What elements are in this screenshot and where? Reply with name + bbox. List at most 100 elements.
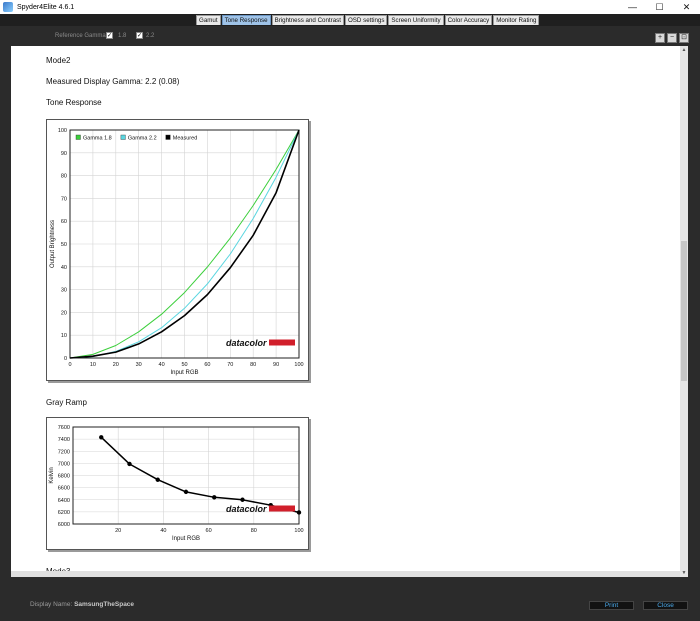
legend-entry: Gamma 2.2 xyxy=(128,135,157,141)
y-tick-label: 10 xyxy=(61,333,67,339)
y-tick-label: 7400 xyxy=(58,437,70,443)
data-point xyxy=(183,489,189,495)
y-tick-label: 6000 xyxy=(58,522,70,528)
legend-swatch xyxy=(165,134,171,140)
y-tick-label: 100 xyxy=(58,128,67,134)
gray-ramp-plot: 20 40 60 80 100 6000 6200 6400 6600 6800 7000 7200 7… xyxy=(49,425,304,542)
data-point xyxy=(296,510,302,515)
x-tick-label: 20 xyxy=(113,362,119,368)
x-tick-label: 30 xyxy=(136,362,142,368)
x-tick-label: 20 xyxy=(115,528,121,534)
y-tick-label: 6800 xyxy=(58,474,70,480)
y-tick-label: 30 xyxy=(61,288,67,294)
zoom-fit-icon[interactable]: ⊡ xyxy=(679,33,689,43)
y-tick-label: 0 xyxy=(64,356,67,362)
gamma-2-2-label: 2.2 xyxy=(146,33,155,39)
legend-swatch xyxy=(120,134,126,140)
tab-screen-uniformity[interactable]: Screen Uniformity xyxy=(388,15,444,25)
y-tick-label: 80 xyxy=(61,174,67,180)
vertical-scrollbar[interactable]: ▲ ▼ xyxy=(680,46,688,577)
scroll-down-icon[interactable]: ▼ xyxy=(680,569,688,577)
tab-gamut[interactable]: Gamut xyxy=(196,15,221,25)
tone-response-plot: 0 10 20 30 40 50 60 70 80 90 100 0 10 20 30 40 50 60 70 80 9… xyxy=(50,128,304,376)
legend-entry: Gamma 1.8 xyxy=(83,135,112,141)
app-icon xyxy=(3,2,13,12)
maximize-button[interactable]: ☐ xyxy=(646,0,673,14)
x-tick-label: 70 xyxy=(227,362,233,368)
mode-title: Mode2 xyxy=(46,56,71,65)
gamma-1-8-label: 1.8 xyxy=(118,33,127,39)
reference-gamma-bar: Reference Gamma: ✓ 1.8 ✓ 2.2 xyxy=(0,26,700,44)
data-point xyxy=(240,497,245,502)
reference-gamma-label: Reference Gamma: xyxy=(55,33,108,39)
tab-monitor-rating[interactable]: Monitor Rating xyxy=(493,15,540,25)
close-button[interactable]: Close xyxy=(643,601,688,610)
print-button[interactable]: Print xyxy=(589,601,634,610)
tab-osd-settings[interactable]: OSD settings xyxy=(344,15,388,25)
gray-ramp-heading: Gray Ramp xyxy=(46,398,87,407)
x-tick-label: 80 xyxy=(250,362,256,368)
x-tick-label: 60 xyxy=(204,362,210,368)
tab-bar: Gamut Tone Response Brightness and Contr… xyxy=(0,14,700,26)
y-axis-label: Kelvin xyxy=(49,467,55,483)
y-tick-label: 20 xyxy=(61,310,67,316)
x-tick-label: 100 xyxy=(294,528,303,534)
tab-brightness-contrast[interactable]: Brightness and Contrast xyxy=(271,15,344,25)
data-point xyxy=(155,477,160,482)
y-tick-label: 60 xyxy=(61,219,67,225)
close-window-button[interactable]: ✕ xyxy=(673,0,700,14)
y-tick-label: 40 xyxy=(61,265,67,271)
tone-response-heading: Tone Response xyxy=(46,98,102,107)
datacolor-logo-bar xyxy=(269,505,295,512)
x-tick-label: 80 xyxy=(251,528,257,534)
horizontal-scrollbar[interactable] xyxy=(11,571,680,577)
title-bar: Spyder4Elite 4.6.1 — ☐ ✕ xyxy=(0,0,700,14)
zoom-out-icon[interactable]: − xyxy=(667,33,677,43)
tab-tone-response[interactable]: Tone Response xyxy=(221,15,271,25)
scroll-up-icon[interactable]: ▲ xyxy=(680,46,688,54)
x-axis-label: Input RGB xyxy=(172,536,200,542)
x-tick-label: 50 xyxy=(181,362,187,368)
gamma-2-2-checkbox[interactable]: ✓ xyxy=(136,32,143,39)
y-tick-label: 7600 xyxy=(58,425,70,431)
gray-ramp-chart: 20 40 60 80 100 6000 6200 6400 6600 6800 7000 7200 7… xyxy=(46,417,309,550)
datacolor-logo: datacolor xyxy=(226,504,267,514)
footer-bar: Display Name: SamsungTheSpace Print Clos… xyxy=(0,593,700,621)
y-tick-label: 6400 xyxy=(58,498,70,504)
tone-response-chart: 0 10 20 30 40 50 60 70 80 90 100 0 10 20 30 40 50 60 70 80 9… xyxy=(46,119,309,381)
datacolor-logo-bar xyxy=(269,339,295,346)
data-point xyxy=(212,495,217,500)
y-axis-label: Output Brightness xyxy=(50,220,56,268)
report-panel: Mode2 Measured Display Gamma: 2.2 (0.08)… xyxy=(11,46,680,577)
data-point xyxy=(127,461,132,467)
y-tick-label: 6200 xyxy=(58,510,70,516)
zoom-in-icon[interactable]: + xyxy=(655,33,665,43)
y-tick-label: 7000 xyxy=(58,461,70,467)
y-tick-label: 90 xyxy=(61,151,67,157)
gamma-1-8-checkbox[interactable]: ✓ xyxy=(106,32,113,39)
x-tick-label: 40 xyxy=(159,362,165,368)
data-point xyxy=(99,435,104,440)
x-tick-label: 40 xyxy=(160,528,166,534)
x-tick-label: 60 xyxy=(206,528,212,534)
y-tick-label: 7200 xyxy=(58,449,70,455)
y-tick-label: 50 xyxy=(61,242,67,248)
x-tick-label: 90 xyxy=(273,362,279,368)
display-name-value: SamsungTheSpace xyxy=(74,601,135,608)
legend-swatch xyxy=(75,134,81,140)
window-title: Spyder4Elite 4.6.1 xyxy=(17,3,75,11)
y-tick-label: 70 xyxy=(61,196,67,202)
measured-gamma-text: Measured Display Gamma: 2.2 (0.08) xyxy=(46,77,180,86)
x-tick-label: 10 xyxy=(90,362,96,368)
legend-entry: Measured xyxy=(173,135,197,141)
x-axis-label: Input RGB xyxy=(170,370,198,376)
minimize-button[interactable]: — xyxy=(619,0,646,14)
y-tick-label: 6600 xyxy=(58,486,70,492)
tab-color-accuracy[interactable]: Color Accuracy xyxy=(444,15,493,25)
datacolor-logo: datacolor xyxy=(226,338,267,348)
display-name: Display Name: SamsungTheSpace xyxy=(30,601,134,608)
x-tick-label: 0 xyxy=(68,362,71,368)
scrollbar-thumb[interactable] xyxy=(681,241,687,381)
x-tick-label: 100 xyxy=(294,362,303,368)
display-name-label: Display Name: xyxy=(30,601,73,608)
